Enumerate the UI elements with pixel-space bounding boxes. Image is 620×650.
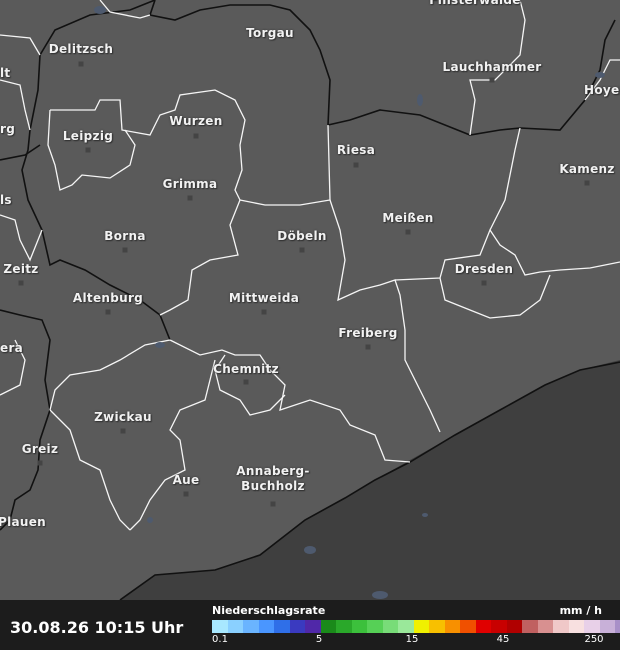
city-label-aue: Aue <box>172 473 200 487</box>
city-marker <box>122 247 128 253</box>
city-marker <box>353 162 359 168</box>
legend-swatch <box>615 620 620 633</box>
legend-title: Niederschlagsrate <box>212 604 326 617</box>
city-label-zeitz: Zeitz <box>3 262 39 276</box>
legend-swatch <box>289 620 305 633</box>
legend-swatch <box>227 620 243 633</box>
city-marker <box>37 460 43 466</box>
city-label-dresden: Dresden <box>454 262 514 276</box>
city-marker <box>187 195 193 201</box>
city-label-plauen: Plauen <box>0 515 47 529</box>
city-marker <box>489 77 495 83</box>
legend-swatch <box>553 620 569 633</box>
city-marker <box>405 229 411 235</box>
city-label-freiberg: Freiberg <box>338 326 398 340</box>
city-marker <box>193 133 199 139</box>
city-label-finsterwalde: Finsterwalde <box>429 0 521 7</box>
legend-swatch <box>475 620 491 633</box>
legend-tick-label: 45 <box>496 634 510 645</box>
city-marker <box>243 379 249 385</box>
city-label-altenburg: Altenburg <box>72 291 144 305</box>
city-label-riesa: Riesa <box>336 143 376 157</box>
legend-swatch <box>506 620 522 633</box>
legend-swatch <box>491 620 507 633</box>
legend-unit: mm / h <box>559 604 602 617</box>
legend-swatch <box>599 620 615 633</box>
legend-swatch <box>522 620 538 633</box>
city-label-era: era <box>0 341 24 355</box>
city-label-borna: Borna <box>104 229 146 243</box>
legend-swatch <box>336 620 352 633</box>
city-marker <box>270 501 276 507</box>
city-marker <box>261 309 267 315</box>
city-label-wurzen: Wurzen <box>169 114 223 128</box>
legend-swatch <box>444 620 460 633</box>
legend-swatch <box>351 620 367 633</box>
city-label-leipzig: Leipzig <box>62 129 114 143</box>
city-marker <box>481 280 487 286</box>
legend-tick-label: 5 <box>315 634 323 645</box>
legend-swatch <box>429 620 445 633</box>
city-label-hoyer: Hoyer <box>584 83 620 97</box>
city-label-kamenz: Kamenz <box>559 162 615 176</box>
legend-swatch <box>274 620 290 633</box>
city-marker <box>18 280 24 286</box>
legend-swatch <box>305 620 321 633</box>
legend-swatch <box>212 620 228 633</box>
city-label-delitzsch: Delitzsch <box>48 42 114 56</box>
city-label-lauchhammer: Lauchhammer <box>442 60 542 74</box>
city-marker <box>299 247 305 253</box>
timestamp: 30.08.26 10:15 Uhr <box>10 618 184 637</box>
legend-swatch <box>568 620 584 633</box>
city-label-döbeln: Döbeln <box>277 229 327 243</box>
city-marker <box>85 147 91 153</box>
precipitation-map[interactable]: Finsterwalde Torgau Delitzsch Lauchhammer Ho… <box>0 0 620 600</box>
map-footer: 30.08.26 10:15 Uhr Niederschlagsrate mm … <box>0 600 620 650</box>
city-label-mittweida: Mittweida <box>228 291 300 305</box>
legend-swatch <box>584 620 600 633</box>
city-marker <box>183 491 189 497</box>
city-label-ls: ls <box>0 193 12 207</box>
city-label-torgau: Torgau <box>246 26 294 40</box>
city-label-meißen: Meißen <box>382 211 434 225</box>
legend-swatch <box>367 620 383 633</box>
city-label-zwickau: Zwickau <box>94 410 152 424</box>
city-label-annaberg-buchholz: Annaberg- Buchholz <box>236 464 310 493</box>
city-marker <box>120 428 126 434</box>
city-label-greiz: Greiz <box>21 442 59 456</box>
legend-swatch <box>382 620 398 633</box>
legend-swatch <box>413 620 429 633</box>
city-label-lt: lt <box>0 66 11 80</box>
city-marker <box>365 344 371 350</box>
city-marker <box>105 309 111 315</box>
legend-color-bar <box>212 620 620 633</box>
legend-swatch <box>537 620 553 633</box>
city-label-chemnitz: Chemnitz <box>213 362 279 376</box>
legend-swatch <box>243 620 259 633</box>
legend-swatch <box>320 620 336 633</box>
city-marker <box>584 180 590 186</box>
city-label-grimma: Grimma <box>162 177 218 191</box>
legend-swatch <box>398 620 414 633</box>
city-label-rg: rg <box>0 122 16 136</box>
legend-tick-label: 250 <box>584 634 604 645</box>
legend-swatch <box>258 620 274 633</box>
legend-tick-label: 0.1 <box>212 634 228 645</box>
legend-swatch <box>460 620 476 633</box>
legend-tick-label: 15 <box>405 634 419 645</box>
city-marker <box>78 61 84 67</box>
